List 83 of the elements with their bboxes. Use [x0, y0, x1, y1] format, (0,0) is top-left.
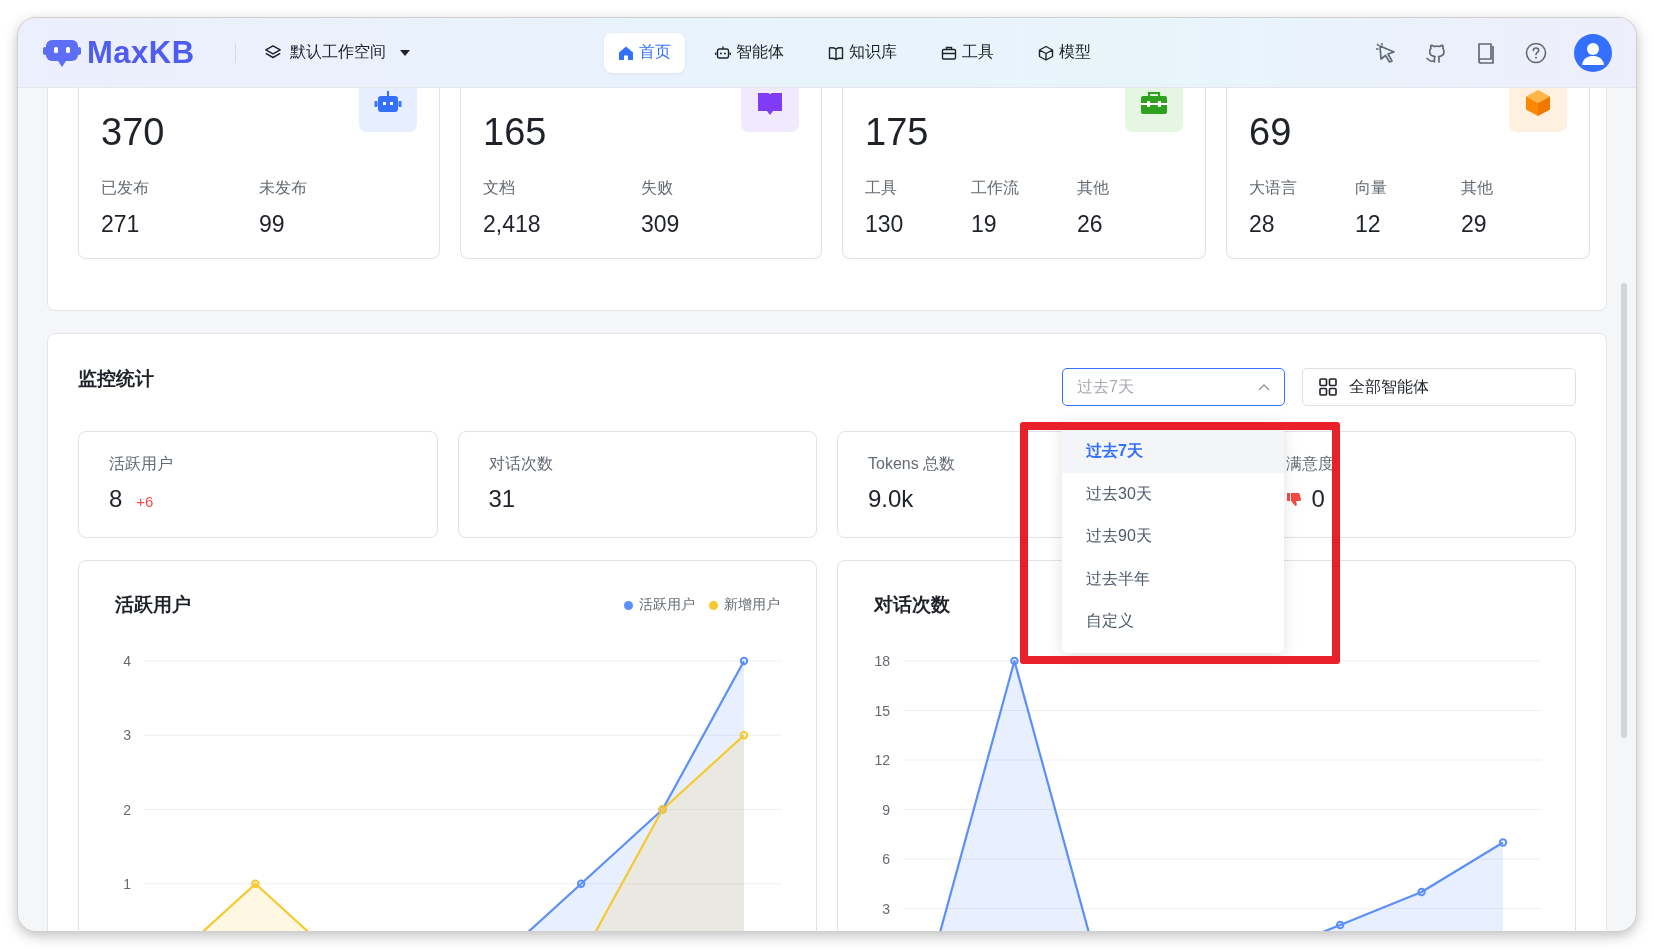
- legend-label: 活跃用户: [639, 596, 695, 614]
- nav-tab[interactable]: 智能体: [700, 32, 798, 73]
- axis-tick-label: 1: [123, 875, 131, 892]
- thumbs-down-icon: [1285, 491, 1302, 507]
- total-count: 69: [1249, 110, 1292, 154]
- metric-label: 文档: [483, 178, 516, 198]
- help-icon[interactable]: [1524, 40, 1548, 65]
- book-icon: [827, 44, 844, 61]
- logo-icon: [43, 37, 81, 68]
- nav-tab[interactable]: 首页: [603, 32, 685, 73]
- metric-label: 其他: [1461, 178, 1494, 198]
- stat-change: +6: [136, 492, 154, 510]
- cube-icon: [1523, 88, 1553, 118]
- point: [251, 879, 260, 888]
- total-count: 370: [101, 110, 165, 154]
- home-icon: [617, 44, 634, 61]
- metric-value: 26: [1077, 211, 1104, 238]
- axis-tick-label: 3: [882, 900, 890, 917]
- nav-tab[interactable]: 模型: [1023, 32, 1105, 73]
- metric-value: 12: [1355, 211, 1382, 238]
- cube-icon: [1037, 44, 1054, 61]
- chart-title: 活跃用户: [115, 593, 191, 617]
- axis-tick-label: 9: [882, 801, 890, 818]
- stat-label: 对话次数: [488, 454, 554, 474]
- metric-value: 2,418: [483, 211, 542, 238]
- scrollbar[interactable]: [1621, 283, 1627, 738]
- total-count: 175: [865, 110, 929, 154]
- axis-tick-label: 12: [874, 752, 890, 768]
- metric-label: 已发布: [101, 178, 150, 198]
- robot-icon: [714, 44, 731, 61]
- stat-value: 9.0k: [868, 485, 914, 513]
- metric-label: 失败: [641, 178, 674, 198]
- stat-value: 8: [109, 485, 123, 513]
- metric-value: 99: [259, 211, 286, 238]
- point: [739, 731, 749, 740]
- scope-button[interactable]: 全部智能体: [1302, 368, 1576, 406]
- caret-icon: [399, 49, 410, 56]
- menu-option[interactable]: 过去半年: [1062, 557, 1284, 600]
- app-logo[interactable]: MaxKB: [87, 34, 195, 71]
- point: [1010, 656, 1019, 666]
- point: [1498, 838, 1508, 847]
- metric-label: 工作流: [971, 178, 1020, 198]
- stat-value: 0: [1311, 485, 1325, 513]
- axis-tick-label: 3: [123, 727, 131, 744]
- pointer-click-icon[interactable]: [1374, 40, 1398, 65]
- metric-value: 271: [101, 211, 141, 238]
- metric-label: 大语言: [1249, 178, 1298, 198]
- axis-tick-label: 2: [123, 801, 131, 818]
- point: [1417, 887, 1426, 897]
- metric-value: 309: [641, 211, 681, 238]
- metric-value: 19: [971, 211, 998, 238]
- menu-option[interactable]: 过去7天: [1062, 430, 1284, 473]
- axis-tick-label: 15: [874, 702, 890, 719]
- point: [1335, 920, 1345, 930]
- point: [739, 656, 749, 666]
- stat-label: 活跃用户: [109, 454, 174, 474]
- metric-label: 工具: [865, 178, 898, 198]
- section-title: 监控统计: [78, 367, 154, 391]
- metric-value: 28: [1249, 211, 1276, 238]
- axis-tick-label: 4: [123, 653, 131, 669]
- legend-label: 新增用户: [724, 596, 780, 614]
- nav-tab[interactable]: 知识库: [813, 32, 911, 73]
- metric-label: 其他: [1077, 178, 1110, 198]
- metric-label: 未发布: [259, 178, 308, 198]
- stat-label: Tokens 总数: [868, 454, 957, 474]
- menu-option[interactable]: 过去30天: [1062, 472, 1284, 515]
- menu-option[interactable]: 自定义: [1062, 600, 1284, 643]
- chart-title: 对话次数: [874, 593, 950, 617]
- stat-label: 满意度: [1285, 454, 1335, 474]
- axis-tick-label: 6: [882, 851, 890, 867]
- nav-tab[interactable]: 工具: [926, 32, 1008, 73]
- workspace-selector[interactable]: 默认工作空间: [259, 38, 414, 67]
- menu-option[interactable]: 过去90天: [1062, 515, 1284, 558]
- grid-icon: [1319, 378, 1337, 396]
- user-avatar[interactable]: [1574, 33, 1612, 72]
- metric-value: 130: [865, 211, 905, 238]
- point: [576, 879, 586, 888]
- stat-value: 31: [488, 485, 516, 513]
- total-count: 165: [483, 110, 547, 154]
- toolbox-icon: [940, 44, 957, 61]
- axis-tick-label: 18: [874, 653, 890, 669]
- metric-label: 向量: [1355, 178, 1388, 198]
- metric-value: 29: [1461, 211, 1488, 238]
